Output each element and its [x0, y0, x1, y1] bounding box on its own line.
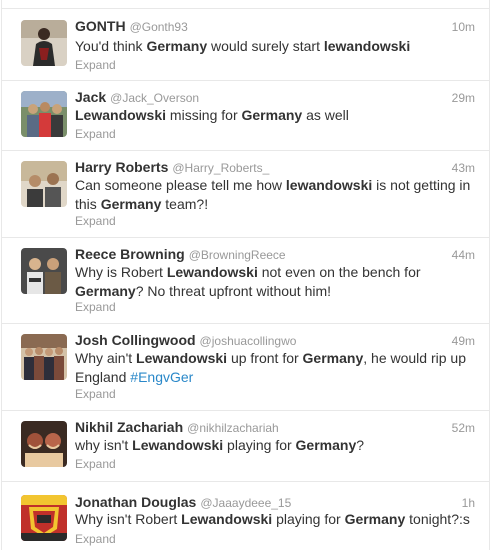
text-segment: Why ain't [75, 350, 137, 366]
author-handle[interactable]: @BrowningReece [189, 248, 286, 262]
avatar[interactable] [21, 91, 67, 137]
tweet-author[interactable]: Jonathan Douglas @Jaaaydeee_15 [75, 494, 291, 510]
tweet-text: Lewandowski missing for Germany as well [75, 106, 475, 125]
keyword-highlight: Lewandowski [75, 107, 167, 123]
author-name[interactable]: Jack [75, 89, 106, 105]
text-segment: playing for [223, 437, 296, 453]
keyword-highlight: Germany [344, 511, 406, 527]
expand-link[interactable]: Expand [75, 457, 116, 471]
avatar[interactable] [21, 495, 67, 541]
tweet-item[interactable]: Harry Roberts @Harry_Roberts_ 43m Can som… [2, 150, 489, 237]
tweet-author[interactable]: Reece Browning @BrowningReece [75, 246, 286, 262]
author-name[interactable]: GONTH [75, 18, 126, 34]
text-segment: ? [356, 437, 365, 453]
text-segment: ? No threat upfront without him! [135, 283, 332, 299]
keyword-highlight: Germany [241, 107, 303, 123]
hashtag-link[interactable]: #EngvGer [130, 369, 193, 385]
expand-link[interactable]: Expand [75, 300, 116, 314]
group-photo-icon [21, 161, 67, 207]
tweet-timestamp[interactable]: 29m [452, 91, 475, 105]
group-photo-icon [21, 421, 67, 467]
tweet-timestamp[interactable]: 52m [452, 421, 475, 435]
tweet-author[interactable]: Josh Collingwood @joshuacollingwo [75, 332, 296, 348]
tweet-text: Why isn't Robert Lewandowski playing for… [75, 510, 475, 529]
tweet-item[interactable]: GONTH @Gonth93 10m You'd think Germany wo… [2, 8, 489, 80]
keyword-highlight: Lewandowski [132, 437, 224, 453]
tweet-item[interactable]: Reece Browning @BrowningReece 44m Why is … [2, 237, 489, 323]
text-segment: would surely start [207, 38, 324, 54]
tweet-author[interactable]: Jack @Jack_Overson [75, 89, 199, 105]
tweet-author[interactable]: GONTH @Gonth93 [75, 18, 188, 34]
text-segment: as well [302, 107, 349, 123]
avatar[interactable] [21, 161, 67, 207]
tweet-timestamp[interactable]: 43m [452, 161, 475, 175]
user-photo-icon [21, 20, 67, 66]
text-segment: Can someone please tell me how [75, 177, 286, 193]
tweet-text: Why is Robert Lewandowski not even on th… [75, 263, 475, 301]
author-handle[interactable]: @Jack_Overson [110, 91, 199, 105]
text-segment: Why isn't Robert [75, 511, 182, 527]
tweet-item[interactable]: Nikhil Zachariah @nikhilzachariah 52m why… [2, 410, 489, 481]
text-segment: You'd think [75, 38, 147, 54]
keyword-highlight: Germany [146, 38, 208, 54]
tweet-text: You'd think Germany would surely start l… [75, 37, 475, 56]
author-handle[interactable]: @nikhilzachariah [187, 421, 279, 435]
author-handle[interactable]: @Harry_Roberts_ [172, 161, 269, 175]
tweet-text: why isn't Lewandowski playing for German… [75, 436, 475, 455]
tweet-text: Can someone please tell me how lewandows… [75, 176, 475, 214]
text-segment: tonight?:s [405, 511, 470, 527]
keyword-highlight: Germany [75, 283, 136, 299]
keyword-highlight: Lewandowski [136, 350, 228, 366]
avatar[interactable] [21, 20, 67, 66]
tweet-timestamp[interactable]: 49m [452, 334, 475, 348]
keyword-highlight: Germany [295, 437, 357, 453]
tweet-item[interactable]: Jonathan Douglas @Jaaaydeee_15 1h Why isn… [2, 481, 489, 550]
group-photo-icon [21, 248, 67, 294]
keyword-highlight: Lewandowski [166, 264, 258, 280]
text-segment: missing for [166, 107, 242, 123]
author-handle[interactable]: @joshuacollingwo [200, 334, 297, 348]
keyword-highlight: Lewandowski [181, 511, 273, 527]
author-name[interactable]: Jonathan Douglas [75, 494, 196, 510]
expand-link[interactable]: Expand [75, 214, 116, 228]
tweet-item[interactable]: Jack @Jack_Overson 29m Lewandowski missin… [2, 80, 489, 150]
group-photo-icon [21, 334, 67, 380]
text-segment: why isn't [75, 437, 133, 453]
text-segment: team?! [161, 196, 209, 212]
keyword-highlight: lewandowski [323, 38, 411, 54]
tweet-timestamp[interactable]: 10m [452, 20, 475, 34]
tweet-timestamp[interactable]: 1h [462, 496, 475, 510]
tweet-timeline: GONTH @Gonth93 10m You'd think Germany wo… [1, 0, 490, 550]
text-segment: Why is Robert [75, 264, 167, 280]
author-name[interactable]: Josh Collingwood [75, 332, 196, 348]
keyword-highlight: Germany [302, 350, 364, 366]
tweet-item[interactable]: Josh Collingwood @joshuacollingwo 49m Why… [2, 323, 489, 410]
author-handle[interactable]: @Jaaaydeee_15 [200, 496, 291, 510]
tweet-timestamp[interactable]: 44m [452, 248, 475, 262]
expand-link[interactable]: Expand [75, 387, 116, 401]
expand-link[interactable]: Expand [75, 532, 116, 546]
keyword-highlight: Germany [100, 196, 162, 212]
avatar[interactable] [21, 421, 67, 467]
avatar[interactable] [21, 334, 67, 380]
tweet-author[interactable]: Nikhil Zachariah @nikhilzachariah [75, 419, 279, 435]
text-segment: not even on the bench for [257, 264, 421, 280]
expand-link[interactable]: Expand [75, 58, 116, 72]
group-photo-icon [21, 91, 67, 137]
tweet-author[interactable]: Harry Roberts @Harry_Roberts_ [75, 159, 269, 175]
text-segment: up front for [227, 350, 303, 366]
author-handle[interactable]: @Gonth93 [130, 20, 188, 34]
expand-link[interactable]: Expand [75, 127, 116, 141]
team-crest-icon [21, 495, 67, 541]
tweet-text: Why ain't Lewandowski up front for Germa… [75, 349, 475, 387]
author-name[interactable]: Harry Roberts [75, 159, 168, 175]
text-segment: playing for [272, 511, 345, 527]
avatar[interactable] [21, 248, 67, 294]
keyword-highlight: lewandowski [285, 177, 373, 193]
author-name[interactable]: Reece Browning [75, 246, 185, 262]
author-name[interactable]: Nikhil Zachariah [75, 419, 183, 435]
